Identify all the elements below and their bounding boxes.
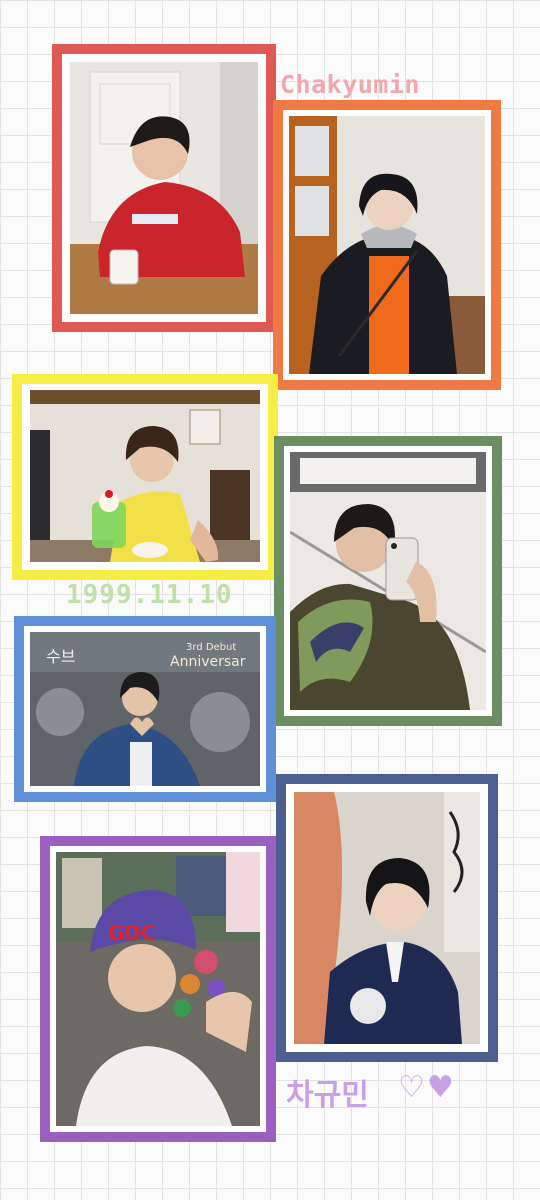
sign-text-shop: 수브	[46, 647, 75, 666]
photo-frame-green	[274, 436, 502, 726]
photo-frame-navy	[276, 774, 498, 1062]
heart-icons: ♡♥	[398, 1070, 456, 1105]
photo-navy-cardigan	[294, 792, 480, 1044]
sign-text-anniversary: Anniversar	[170, 654, 246, 670]
photo-heart-hands: 수브 3rd Debut Anniversar	[30, 632, 260, 786]
photo-frame-orange	[273, 100, 501, 390]
photo-frame-red	[52, 44, 276, 332]
photo-frame-yellow	[12, 374, 278, 580]
title-text: Chakyumin	[280, 70, 420, 99]
birthdate-text: 1999.11.10	[66, 580, 233, 610]
photo-red-sweatshirt	[70, 62, 258, 314]
photo-purple-beanie: GDC	[56, 852, 260, 1126]
photo-frame-blue: 수브 3rd Debut Anniversar	[14, 616, 276, 802]
sign-text-debut: 3rd Debut	[186, 642, 236, 653]
korean-name-text: 차규민	[286, 1078, 369, 1113]
beanie-text: GDC	[108, 921, 156, 945]
photo-yellow-tank	[30, 390, 260, 562]
photo-black-coat	[289, 116, 485, 374]
photo-frame-purple: GDC	[40, 836, 276, 1142]
photo-mirror-selfie	[290, 452, 486, 710]
